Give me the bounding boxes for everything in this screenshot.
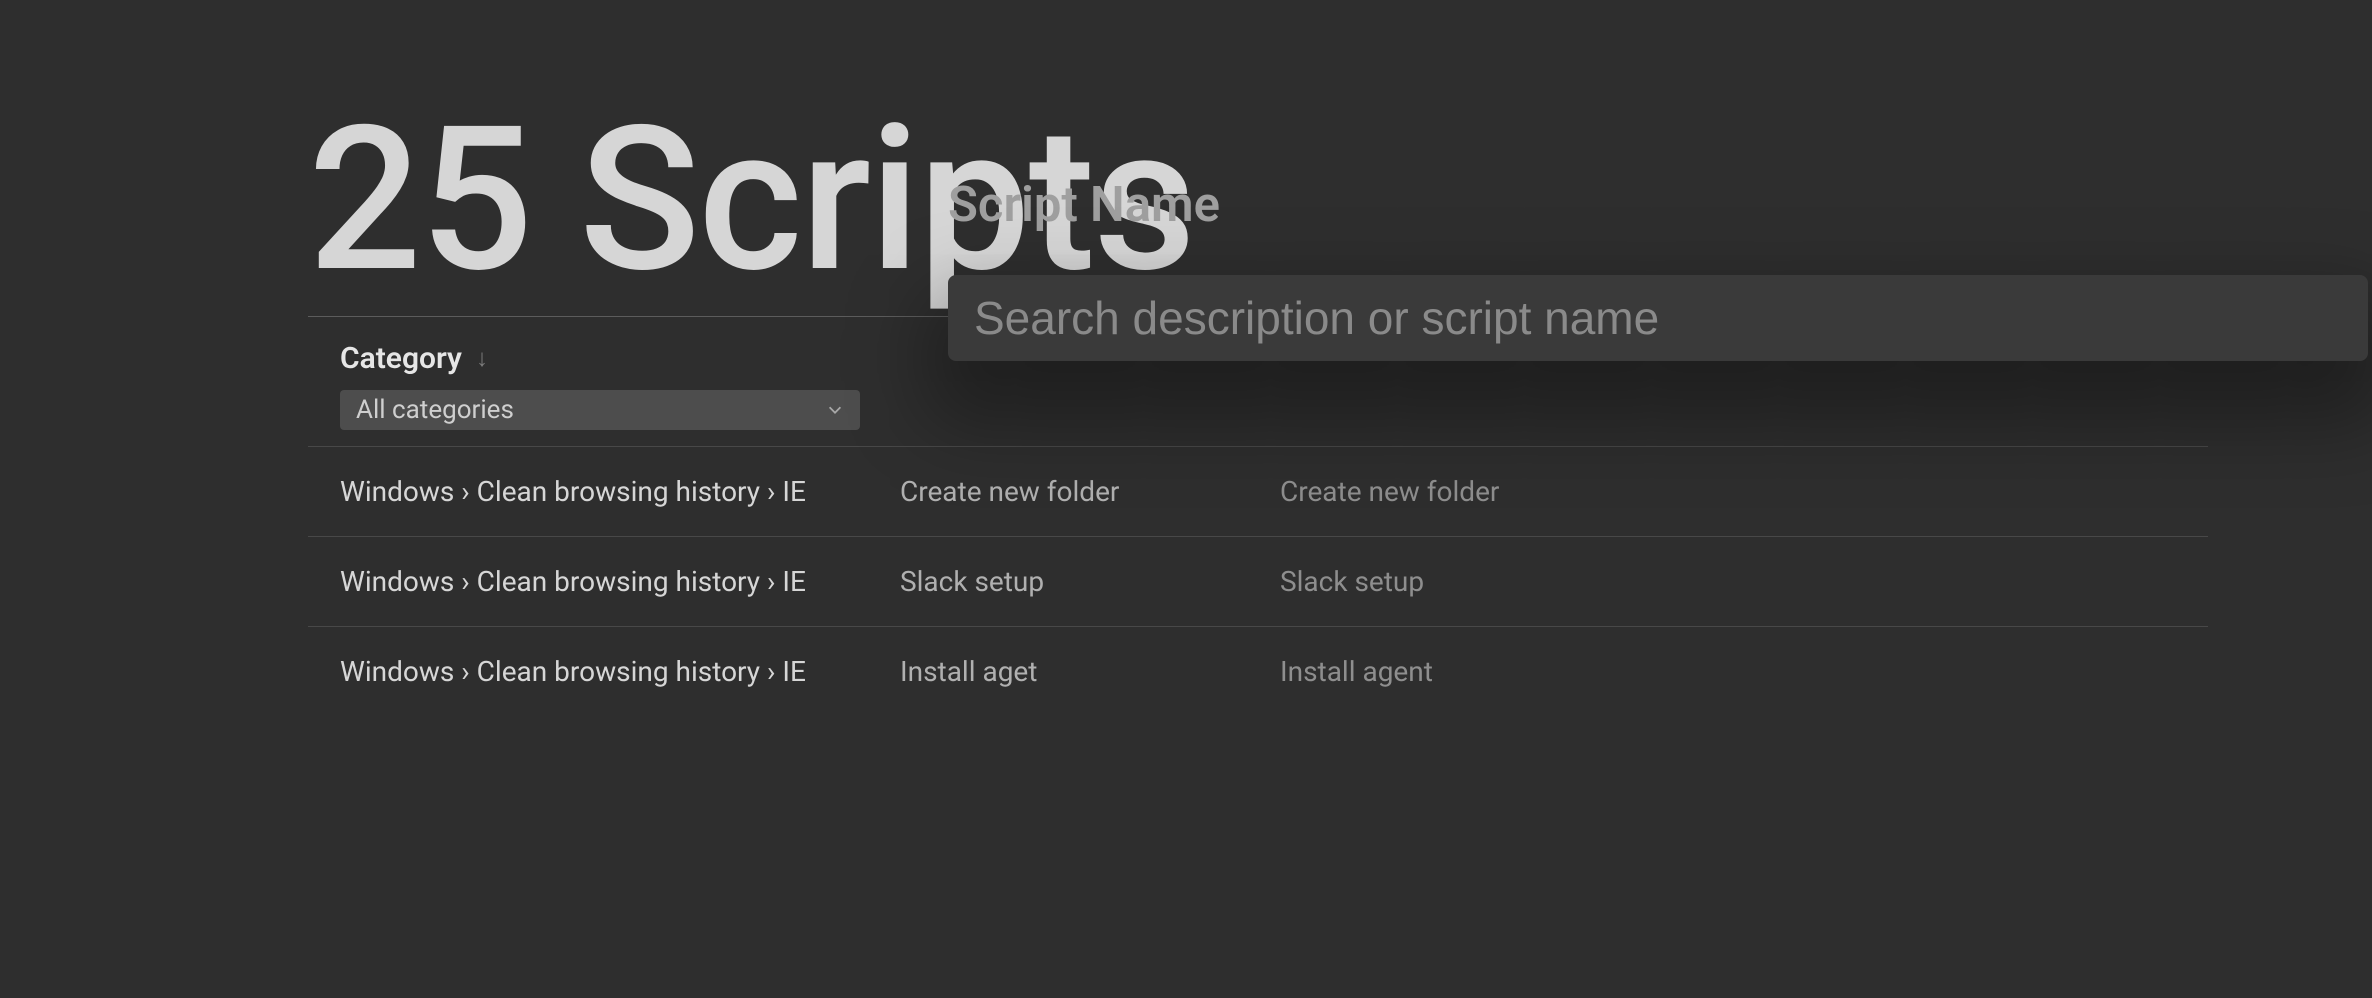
- sort-arrow-icon[interactable]: ↓: [476, 344, 488, 373]
- chevron-down-icon: [826, 401, 844, 419]
- category-selected-value: All categories: [356, 395, 514, 425]
- row-name-secondary: Slack setup: [1280, 565, 1660, 598]
- row-name-secondary: Create new folder: [1280, 475, 1660, 508]
- search-label: Script Name: [948, 176, 2368, 233]
- row-category: Windows › Clean browsing history › IE: [340, 475, 900, 508]
- row-category: Windows › Clean browsing history › IE: [340, 655, 900, 688]
- search-input[interactable]: [948, 275, 2368, 361]
- row-name-primary: Install aget: [900, 655, 1280, 688]
- category-label: Category: [340, 341, 462, 376]
- row-category: Windows › Clean browsing history › IE: [340, 565, 900, 598]
- row-name-secondary: Install agent: [1280, 655, 1660, 688]
- table-row[interactable]: Windows › Clean browsing history › IE Sl…: [308, 536, 2208, 626]
- table-row[interactable]: Windows › Clean browsing history › IE In…: [308, 626, 2208, 716]
- row-name-primary: Slack setup: [900, 565, 1280, 598]
- category-select[interactable]: All categories: [340, 390, 860, 430]
- scripts-table: Windows › Clean browsing history › IE Cr…: [308, 446, 2208, 716]
- table-row[interactable]: Windows › Clean browsing history › IE Cr…: [308, 446, 2208, 536]
- row-name-primary: Create new folder: [900, 475, 1280, 508]
